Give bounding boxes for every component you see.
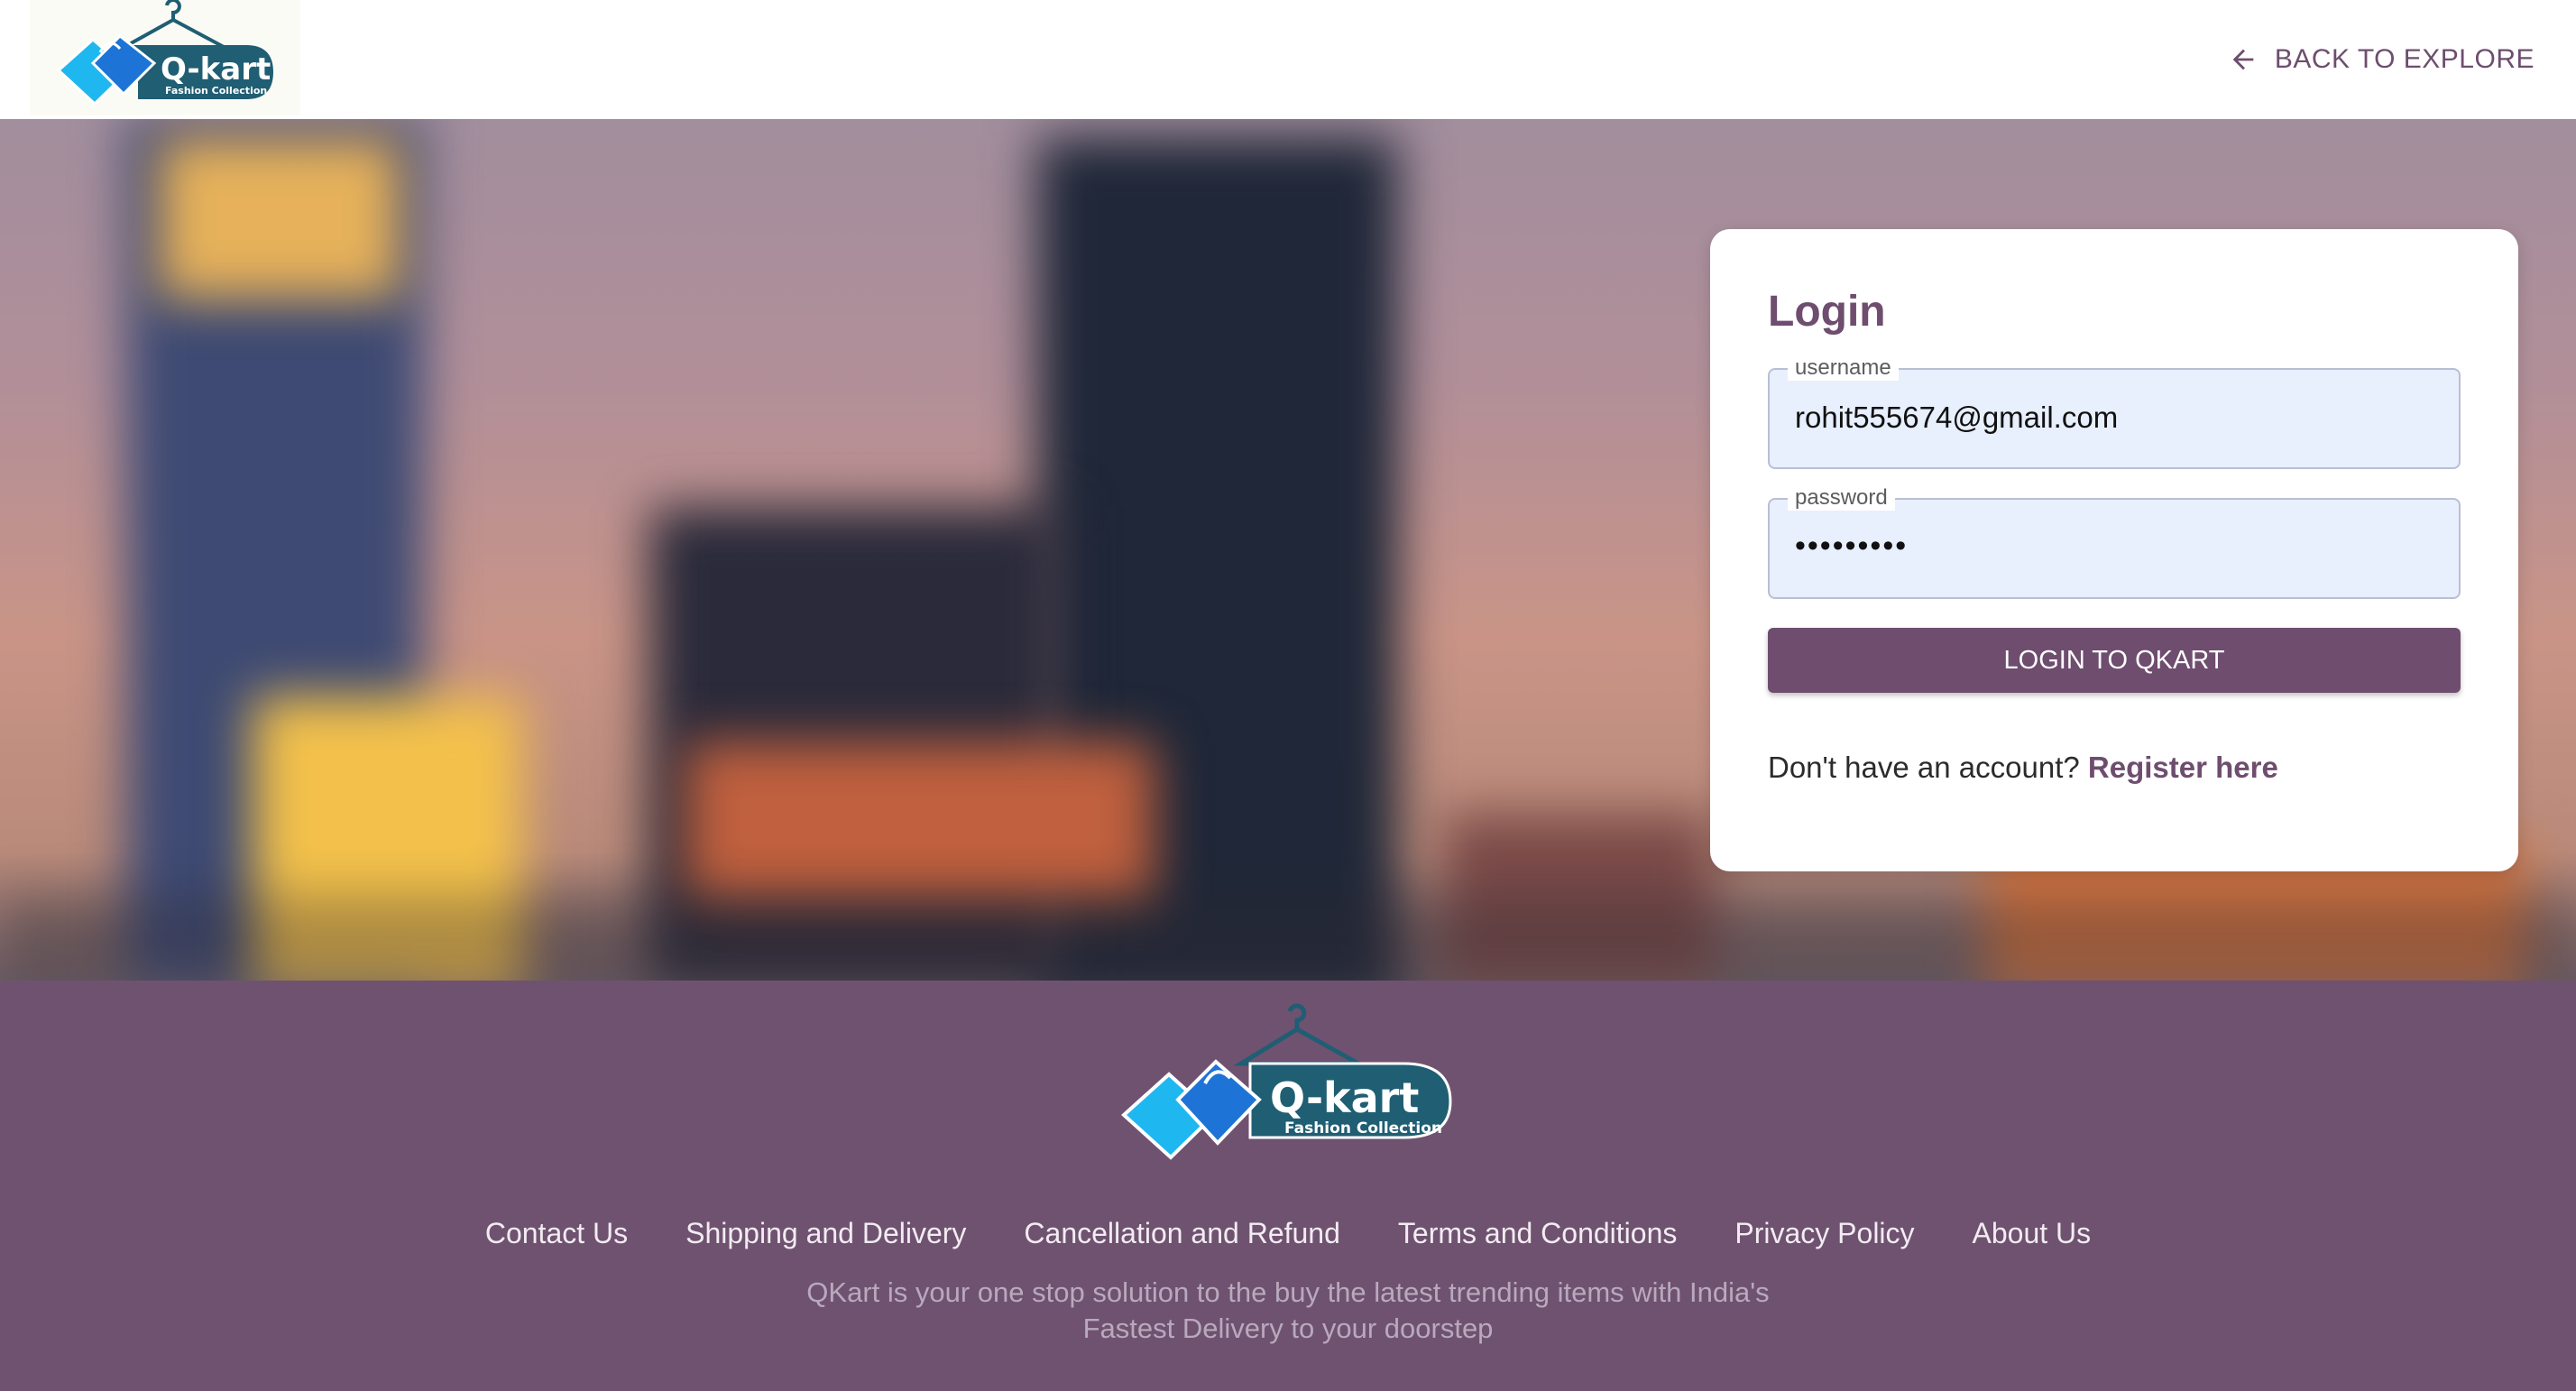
footer-description-line2: Fastest Delivery to your doorstep: [1082, 1313, 1494, 1344]
footer-link-about[interactable]: About Us: [1973, 1217, 2092, 1250]
top-header: Q-kart Fashion Collection BACK TO EXPLOR…: [0, 0, 2576, 119]
footer-link-shipping[interactable]: Shipping and Delivery: [685, 1217, 966, 1250]
footer-link-cancellation[interactable]: Cancellation and Refund: [1024, 1217, 1339, 1250]
password-label: password: [1788, 485, 1895, 511]
arrow-left-icon: [2232, 49, 2254, 70]
register-prompt-text: Don't have an account?: [1768, 751, 2080, 784]
footer-description-line1: QKart is your one stop solution to the b…: [806, 1276, 1770, 1308]
footer-link-privacy[interactable]: Privacy Policy: [1734, 1217, 1914, 1250]
header-logo[interactable]: Q-kart Fashion Collection: [30, 0, 300, 115]
username-label: username: [1788, 355, 1899, 381]
svg-text:Q-kart: Q-kart: [161, 51, 271, 88]
hero-background: Login username rohit555674@gmail.com pas…: [0, 119, 2576, 981]
qkart-logo-icon: Q-kart Fashion Collection: [56, 0, 273, 106]
login-title: Login: [1768, 288, 1886, 336]
password-value: •••••••••: [1795, 529, 1909, 563]
footer-link-contact-us[interactable]: Contact Us: [485, 1217, 628, 1250]
footer: Q-kart Fashion Collection Contact Us Shi…: [0, 981, 2576, 1391]
register-link[interactable]: Register here: [2088, 751, 2278, 784]
username-value: rohit555674@gmail.com: [1795, 401, 2119, 434]
login-card: Login username rohit555674@gmail.com pas…: [1710, 229, 2518, 871]
username-field[interactable]: username rohit555674@gmail.com: [1768, 355, 2461, 469]
qkart-logo-icon: Q-kart Fashion Collection: [1121, 1003, 1452, 1160]
back-to-explore-button[interactable]: BACK TO EXPLORE: [2228, 32, 2535, 87]
footer-logo[interactable]: Q-kart Fashion Collection: [1115, 1002, 1461, 1168]
svg-text:Fashion Collection: Fashion Collection: [1284, 1119, 1442, 1138]
footer-description: QKart is your one stop solution to the b…: [0, 1275, 2576, 1347]
login-button[interactable]: LOGIN TO QKART: [1768, 628, 2461, 693]
register-prompt: Don't have an account? Register here: [1768, 751, 2278, 785]
password-field[interactable]: password •••••••••: [1768, 485, 2461, 599]
back-to-explore-label: BACK TO EXPLORE: [2274, 44, 2535, 74]
svg-text:Q-kart: Q-kart: [1270, 1073, 1419, 1122]
footer-link-terms[interactable]: Terms and Conditions: [1398, 1217, 1677, 1250]
footer-links: Contact Us Shipping and Delivery Cancell…: [0, 1217, 2576, 1250]
svg-text:Fashion Collection: Fashion Collection: [165, 85, 267, 97]
